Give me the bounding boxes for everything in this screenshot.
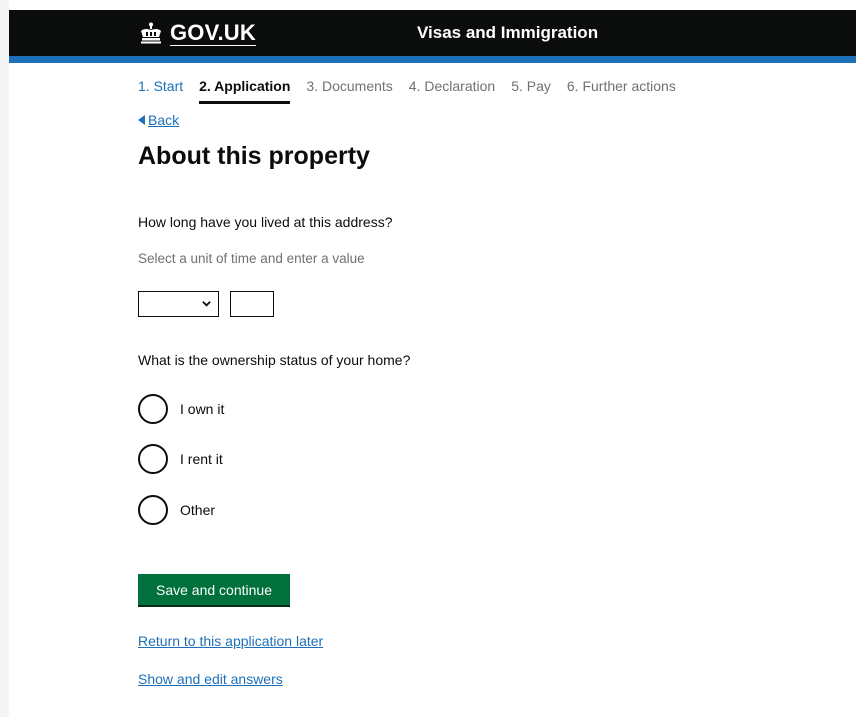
step-documents: 3. Documents: [306, 78, 393, 94]
back-link-label: Back: [148, 112, 180, 128]
step-further-actions: 6. Further actions: [566, 78, 676, 94]
page: [9, 0, 856, 717]
brand-name: GOV.UK: [170, 20, 256, 45]
duration-value-input[interactable]: [230, 291, 274, 317]
radio-rent-it[interactable]: I rent it: [138, 443, 223, 475]
radio-circle-icon[interactable]: [138, 495, 168, 525]
back-link[interactable]: Back: [138, 112, 179, 128]
radio-rent-it-label[interactable]: I rent it: [180, 451, 223, 467]
show-edit-answers-link[interactable]: Show and edit answers: [138, 671, 283, 687]
radio-circle-icon[interactable]: [138, 444, 168, 474]
radio-own-it-label[interactable]: I own it: [180, 401, 224, 417]
page-title: About this property: [138, 142, 370, 170]
step-pay: 5. Pay: [511, 78, 551, 94]
govuk-logo-link[interactable]: GOV.UK: [138, 10, 256, 56]
duration-hint: Select a unit of time and enter a value: [138, 251, 365, 266]
step-application[interactable]: 2. Application: [199, 78, 291, 104]
step-navigation: 1. Start 2. Application 3. Documents 4. …: [138, 78, 676, 104]
step-start[interactable]: 1. Start: [138, 78, 183, 100]
save-and-continue-button[interactable]: Save and continue: [138, 574, 290, 607]
chevron-down-icon: [202, 301, 211, 307]
radio-circle-icon[interactable]: [138, 394, 168, 424]
radio-own-it[interactable]: I own it: [138, 393, 224, 425]
time-unit-select[interactable]: [138, 291, 219, 317]
return-later-link[interactable]: Return to this application later: [138, 633, 323, 649]
radio-other[interactable]: Other: [138, 494, 215, 526]
ownership-question-label: What is the ownership status of your hom…: [138, 352, 411, 368]
duration-question-label: How long have you lived at this address?: [138, 214, 393, 230]
header-accent-bar: [9, 56, 856, 63]
crown-icon: [141, 22, 161, 44]
service-name[interactable]: Visas and Immigration: [417, 10, 598, 56]
back-arrow-icon: [138, 115, 145, 125]
step-declaration: 4. Declaration: [408, 78, 496, 94]
radio-other-label[interactable]: Other: [180, 502, 215, 518]
